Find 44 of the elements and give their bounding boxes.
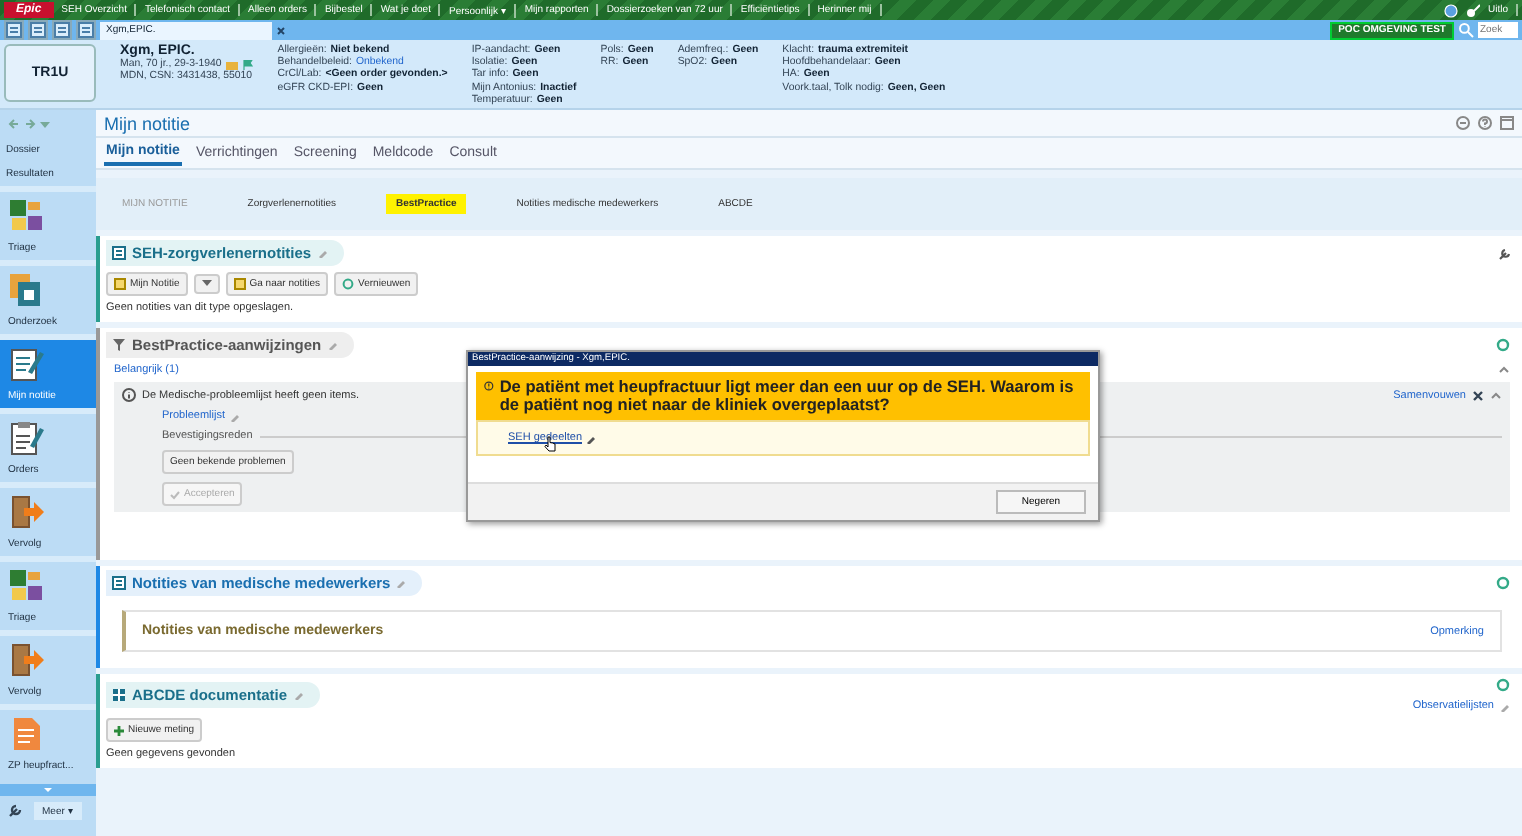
collapse-icon[interactable] [1498, 364, 1510, 376]
flask-document-icon [8, 272, 44, 308]
alert-message: De patiënt met heupfractuur ligt meer dan een uur op de SEH. Waarom is de patiënt nog niet naar de kliniek overgeplaatst? [499, 378, 1076, 414]
door-arrow-icon [8, 642, 44, 678]
clipboard-grid-icon [8, 568, 44, 604]
clipboard-grid-icon [8, 198, 44, 234]
note-icon [112, 246, 126, 260]
flag-icon[interactable] [241, 59, 254, 69]
dropdown-button[interactable] [193, 274, 220, 294]
down-caret-icon[interactable] [42, 784, 54, 796]
info-icon [484, 378, 494, 394]
close-icon[interactable] [1472, 389, 1484, 401]
collapse-icon[interactable] [1490, 389, 1502, 401]
clipboard-pencil-icon [8, 420, 44, 456]
page-title: Mijn notitie [104, 113, 191, 133]
note-pencil-icon [8, 346, 44, 382]
grid-icon [112, 688, 126, 702]
wrench-icon[interactable] [8, 804, 22, 818]
help-icon[interactable] [1478, 116, 1492, 130]
key-icon[interactable] [1465, 3, 1480, 17]
forward-arrow-icon[interactable] [24, 118, 36, 130]
caret-icon[interactable] [40, 118, 50, 130]
note-icon [112, 576, 126, 590]
search-icon[interactable] [1458, 22, 1474, 38]
caret-icon [201, 280, 212, 288]
check-icon [170, 489, 180, 499]
note-icon [114, 278, 126, 290]
filter-icon [112, 338, 126, 352]
globe-icon[interactable] [1443, 3, 1458, 17]
wrench-icon[interactable] [1498, 247, 1510, 259]
plus-icon [114, 725, 124, 735]
info-icon [122, 388, 136, 402]
document-icon [8, 716, 44, 752]
refresh-icon[interactable] [1496, 338, 1510, 352]
door-arrow-icon [8, 494, 44, 530]
refresh-icon[interactable] [1496, 576, 1510, 590]
refresh-icon [342, 278, 355, 290]
minimize-icon[interactable] [1456, 116, 1470, 130]
refresh-icon[interactable] [1496, 678, 1510, 692]
note-icon [233, 278, 246, 290]
close-icon[interactable] [276, 25, 286, 35]
pencil-icon[interactable] [586, 433, 596, 443]
list-icon[interactable] [4, 20, 24, 40]
back-arrow-icon[interactable] [8, 118, 20, 130]
